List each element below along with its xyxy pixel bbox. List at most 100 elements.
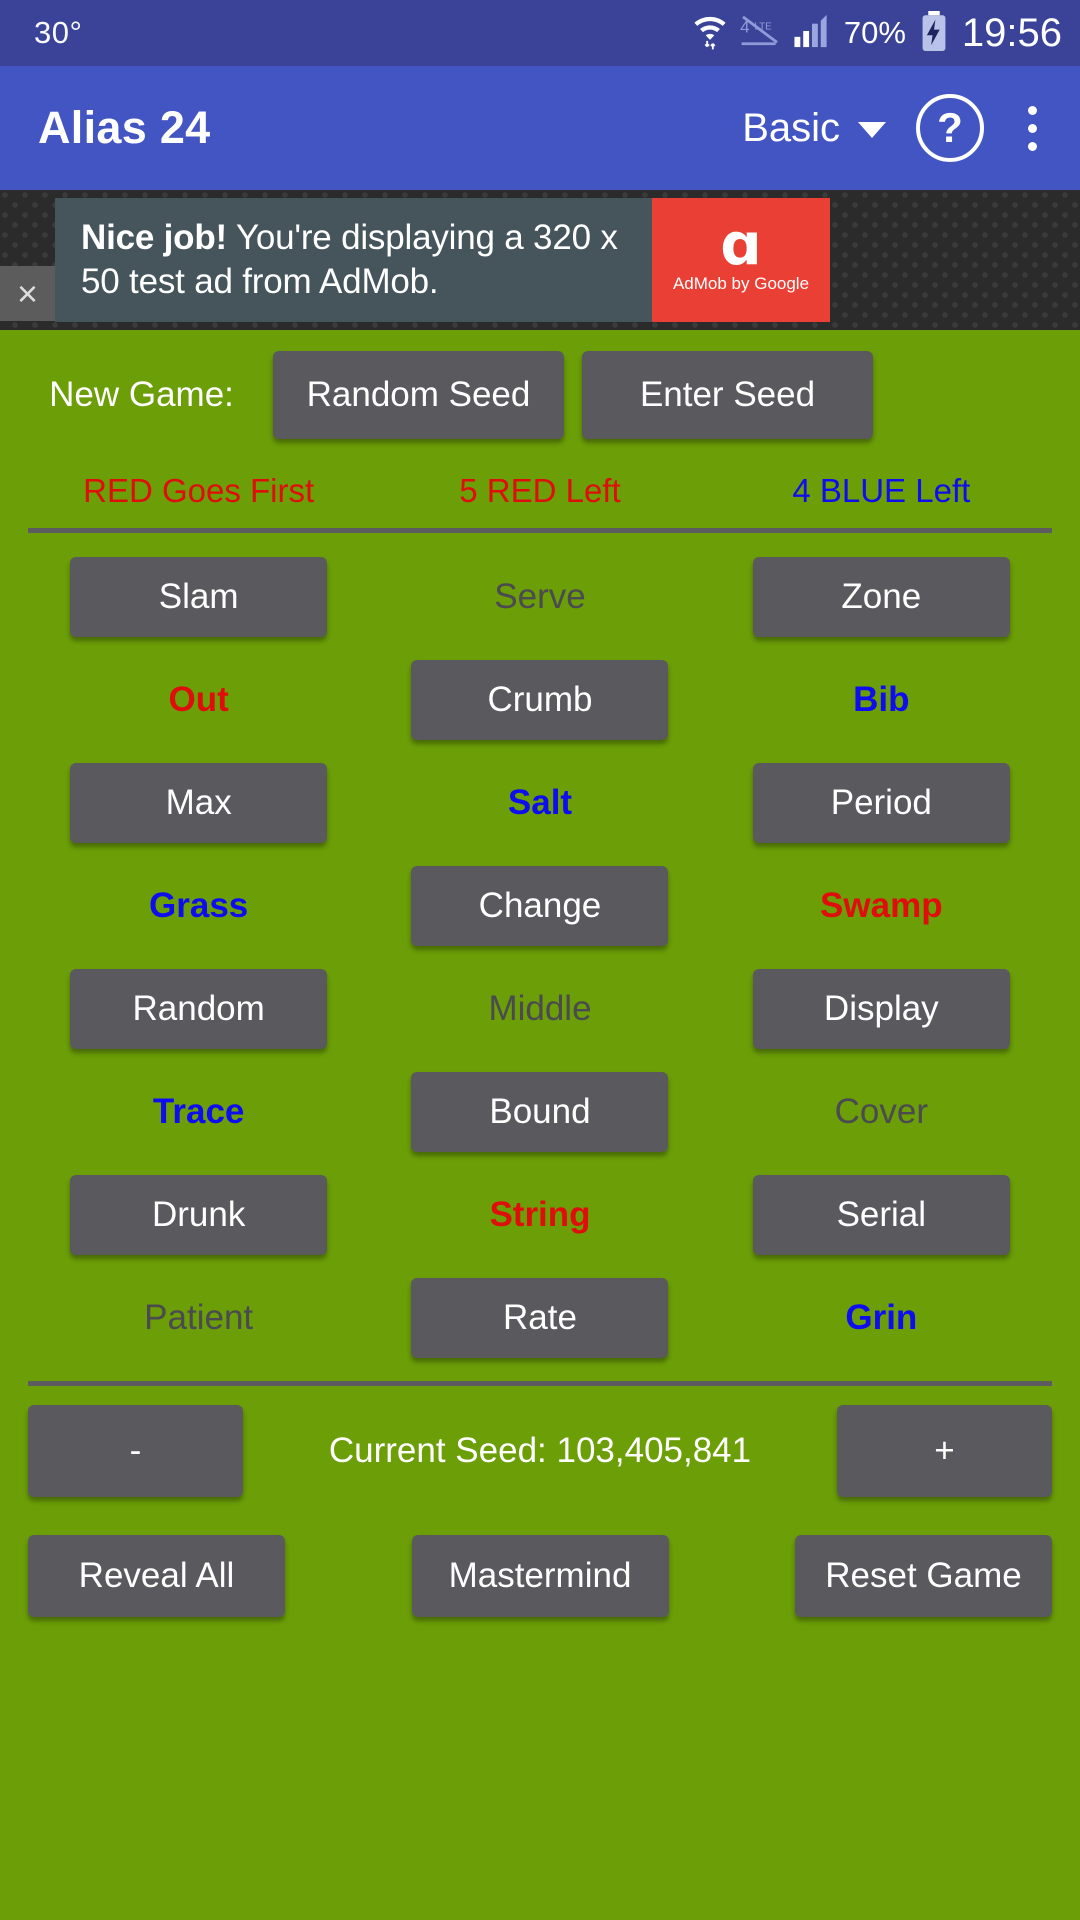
word-button[interactable]: Rate xyxy=(411,1277,669,1358)
status-icons: 4 LTE 70% 19:56 xyxy=(693,10,1062,56)
word-grid-row: Trace Bound Cover xyxy=(28,1060,1052,1163)
word-button[interactable]: Serial xyxy=(752,1174,1010,1255)
admob-caption: AdMob by Google xyxy=(672,273,810,293)
word-cell: Drunk xyxy=(28,1174,369,1255)
word-cell: Grin xyxy=(711,1278,1052,1358)
admob-test-ad[interactable]: Nice job! You're displaying a 320 x 50 t… xyxy=(55,198,830,322)
word-button[interactable]: Max xyxy=(70,762,328,843)
word-cell: Salt xyxy=(369,763,710,843)
word-grid: Slam Serve Zone Out Crumb Bib Max Salt Period Gra… xyxy=(28,545,1052,1369)
word-cell: Cover xyxy=(711,1072,1052,1152)
word-cell: Swamp xyxy=(711,866,1052,946)
overflow-menu-button[interactable] xyxy=(1010,94,1054,162)
word-grid-row: Slam Serve Zone xyxy=(28,545,1052,648)
word-button[interactable]: Change xyxy=(411,865,669,946)
word-cell: Trace xyxy=(28,1072,369,1152)
dot-icon xyxy=(1027,105,1037,115)
word-cell: Grass xyxy=(28,866,369,946)
word-cell: Out xyxy=(28,660,369,740)
revealed-word-neutral: Cover xyxy=(834,1091,928,1131)
question-mark-icon: ? xyxy=(937,104,963,151)
revealed-word-blue: Trace xyxy=(152,1091,245,1131)
revealed-word-red: Swamp xyxy=(820,885,943,925)
word-grid-row: Grass Change Swamp xyxy=(28,854,1052,957)
divider-top xyxy=(28,528,1052,533)
word-cell: Serve xyxy=(369,557,710,637)
mode-dropdown[interactable]: Basic xyxy=(742,106,886,151)
word-grid-row: Patient Rate Grin xyxy=(28,1266,1052,1369)
close-icon: × xyxy=(16,272,39,314)
word-cell: Display xyxy=(711,968,1052,1049)
seed-increment-button[interactable]: + xyxy=(837,1405,1052,1497)
page-title: Alias 24 xyxy=(38,102,211,153)
revealed-word-neutral: Serve xyxy=(494,576,586,616)
word-cell: Bound xyxy=(369,1071,710,1152)
word-cell: String xyxy=(369,1175,710,1255)
ad-close-button[interactable]: × xyxy=(0,266,55,321)
revealed-word-neutral: Patient xyxy=(144,1297,254,1337)
battery-charging-icon xyxy=(919,10,949,56)
chevron-down-icon xyxy=(858,122,886,138)
word-cell: Crumb xyxy=(369,659,710,740)
word-cell: Period xyxy=(711,762,1052,843)
new-game-label: New Game: xyxy=(49,375,234,414)
enter-seed-button[interactable]: Enter Seed xyxy=(582,351,873,439)
word-grid-row: Drunk String Serial xyxy=(28,1163,1052,1266)
word-cell: Rate xyxy=(369,1277,710,1358)
reset-game-button[interactable]: Reset Game xyxy=(795,1535,1052,1617)
help-button[interactable]: ? xyxy=(916,94,984,162)
status-bar: 30° 4 LTE 70% 19:56 xyxy=(0,0,1080,66)
mastermind-button[interactable]: Mastermind xyxy=(411,1535,669,1617)
reveal-all-button[interactable]: Reveal All xyxy=(28,1535,285,1617)
new-game-row: New Game: Random Seed Enter Seed xyxy=(28,330,1052,460)
revealed-word-red: String xyxy=(489,1194,591,1234)
revealed-word-blue: Grass xyxy=(149,885,249,925)
dot-icon xyxy=(1027,141,1037,151)
weather-temperature: 30° xyxy=(34,15,83,50)
battery-percent: 70% xyxy=(843,15,906,50)
random-seed-button[interactable]: Random Seed xyxy=(273,351,564,439)
word-grid-row: Random Middle Display xyxy=(28,957,1052,1060)
mode-dropdown-label: Basic xyxy=(742,105,840,150)
word-cell: Patient xyxy=(28,1278,369,1358)
ad-banner[interactable]: Nice job! You're displaying a 320 x 50 t… xyxy=(0,190,1080,330)
word-cell: Serial xyxy=(711,1174,1052,1255)
word-cell: Slam xyxy=(28,556,369,637)
word-button[interactable]: Drunk xyxy=(70,1174,328,1255)
seed-control-row: - Current Seed: 103,405,841 + xyxy=(28,1386,1052,1516)
blue-remaining: 4 BLUE Left xyxy=(792,472,971,509)
word-button[interactable]: Period xyxy=(752,762,1010,843)
admob-logo: ɑ AdMob by Google xyxy=(652,198,830,322)
lte-off-icon: 4 LTE xyxy=(740,14,780,53)
red-remaining: 5 RED Left xyxy=(459,472,621,509)
signal-icon xyxy=(793,13,831,54)
word-cell: Change xyxy=(369,865,710,946)
word-cell: Middle xyxy=(369,969,710,1049)
ad-headline: Nice job! xyxy=(81,218,227,258)
revealed-word-blue: Bib xyxy=(853,679,910,719)
clock: 19:56 xyxy=(961,10,1062,55)
word-cell: Max xyxy=(28,762,369,843)
app-bar: Alias 24 Basic ? xyxy=(0,66,1080,190)
game-board: New Game: Random Seed Enter Seed RED Goe… xyxy=(0,330,1080,1636)
seed-decrement-button[interactable]: - xyxy=(28,1405,243,1497)
word-cell: Bib xyxy=(711,660,1052,740)
word-button[interactable]: Random xyxy=(70,968,328,1049)
word-button[interactable]: Display xyxy=(752,968,1010,1049)
word-button[interactable]: Bound xyxy=(411,1071,669,1152)
current-seed-label: Current Seed: 103,405,841 xyxy=(328,1431,752,1470)
word-button[interactable]: Slam xyxy=(70,556,328,637)
word-button[interactable]: Crumb xyxy=(411,659,669,740)
word-button[interactable]: Zone xyxy=(752,556,1010,637)
word-grid-row: Out Crumb Bib xyxy=(28,648,1052,751)
ad-text: Nice job! You're displaying a 320 x 50 t… xyxy=(55,198,652,322)
status-row: RED Goes First 5 RED Left 4 BLUE Left xyxy=(28,460,1052,522)
dot-icon xyxy=(1027,123,1037,133)
revealed-word-blue: Grin xyxy=(845,1297,918,1337)
revealed-word-blue: Salt xyxy=(507,782,573,822)
turn-indicator: RED Goes First xyxy=(83,472,315,509)
bottom-actions-row: Reveal All Mastermind Reset Game xyxy=(28,1516,1052,1636)
word-cell: Random xyxy=(28,968,369,1049)
wifi-icon xyxy=(693,12,727,55)
word-grid-row: Max Salt Period xyxy=(28,751,1052,854)
